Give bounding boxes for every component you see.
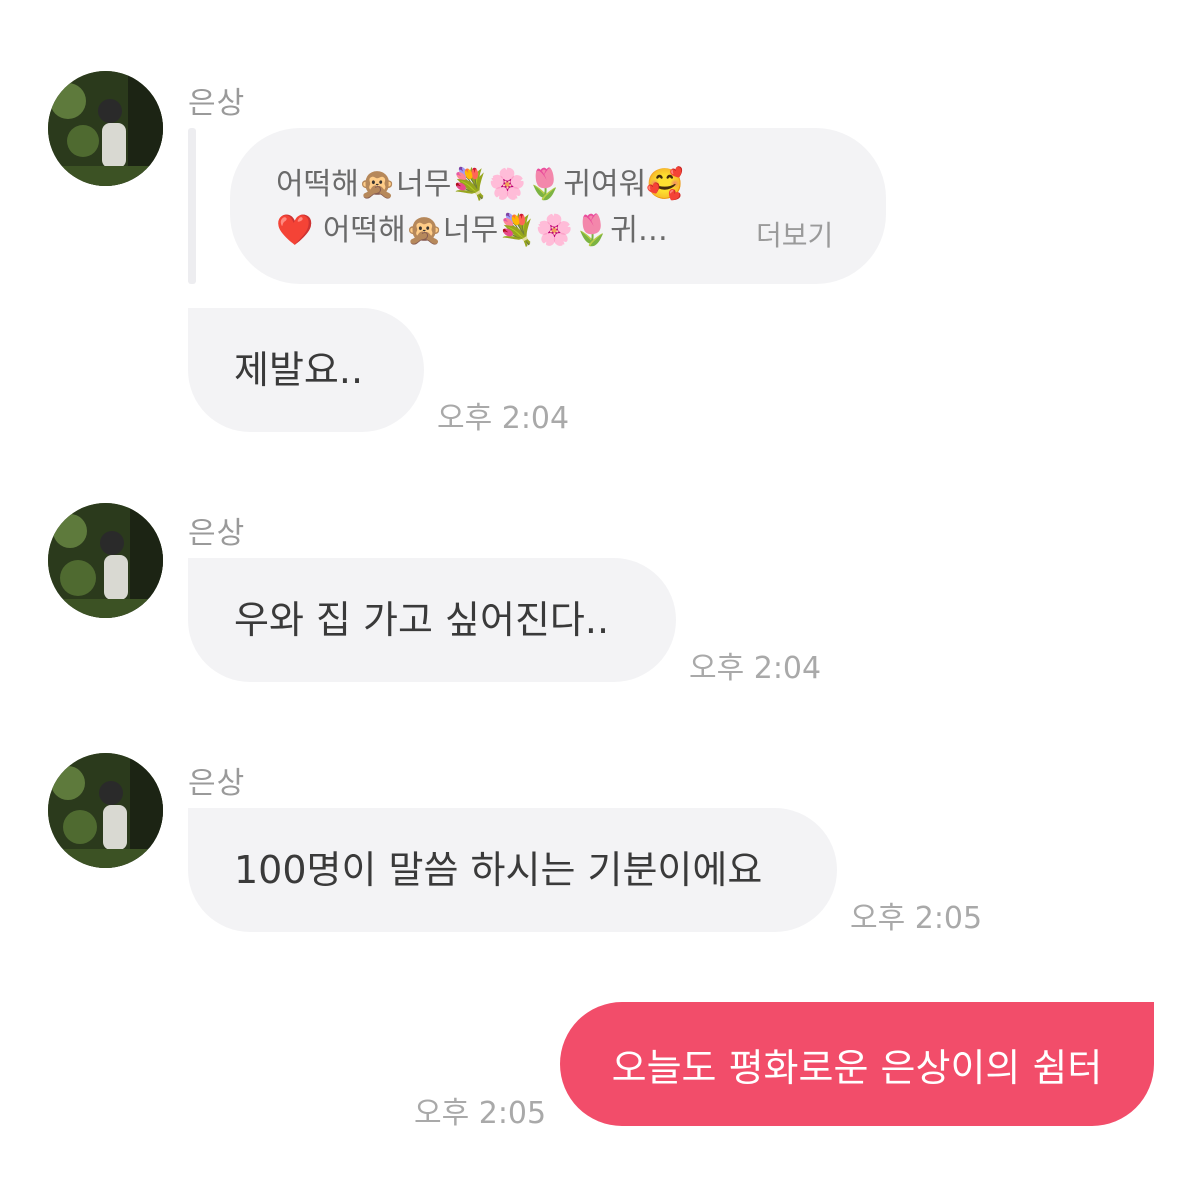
message-text: 우와 집 가고 싶어진다.. xyxy=(234,598,610,642)
sender-name: 은상 xyxy=(188,86,246,121)
timestamp: 오후 2:04 xyxy=(437,401,570,436)
message-bubble[interactable]: 제발요.. xyxy=(188,308,424,432)
more-button[interactable]: 더보기 xyxy=(756,213,833,259)
timestamp: 오후 2:05 xyxy=(850,901,983,936)
timestamp: 오후 2:05 xyxy=(414,1096,547,1131)
message-bubble[interactable]: 100명이 말씀 하시는 기분이에요 xyxy=(188,808,837,932)
sent-message-bubble[interactable]: 오늘도 평화로운 은상이의 쉼터 xyxy=(560,1002,1154,1126)
message-text: 오늘도 평화로운 은상이의 쉼터 xyxy=(611,1045,1103,1090)
message-bubble[interactable]: 우와 집 가고 싶어진다.. xyxy=(188,558,676,682)
quote-line-1: 어떡해🙊너무💐🌸🌷귀여워🥰 xyxy=(276,167,684,202)
avatar[interactable] xyxy=(48,753,163,868)
sender-name: 은상 xyxy=(188,766,246,801)
avatar[interactable] xyxy=(48,71,163,186)
reply-quote-bar xyxy=(188,128,196,284)
sender-name: 은상 xyxy=(188,516,246,551)
avatar[interactable] xyxy=(48,503,163,618)
timestamp: 오후 2:04 xyxy=(689,651,822,686)
message-text: 제발요.. xyxy=(234,348,364,392)
reply-quote-bubble[interactable]: 어떡해🙊너무💐🌸🌷귀여워🥰 ❤️ 어떡해🙊너무💐🌸🌷귀… 더보기 xyxy=(230,128,886,284)
message-text: 100명이 말씀 하시는 기분이에요 xyxy=(234,848,763,892)
